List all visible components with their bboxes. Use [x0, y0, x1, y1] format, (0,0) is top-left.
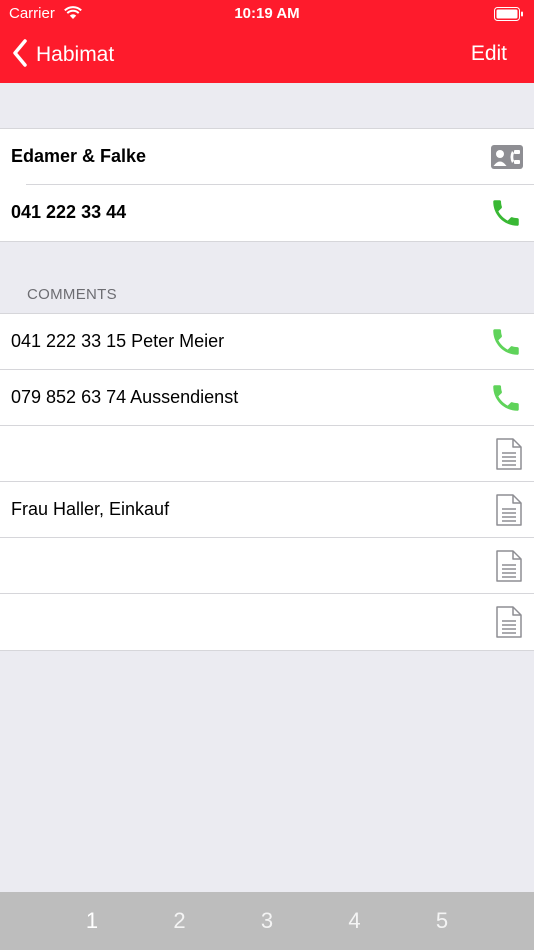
comment-text: 041 222 33 15 Peter Meier — [11, 331, 225, 351]
tab-2[interactable]: 2 — [136, 908, 224, 934]
contact-info-section: Edamer & Falke 041 222 33 44 — [0, 128, 534, 242]
header: Carrier 10:19 AM Habimat Edit — [0, 0, 534, 83]
comment-row[interactable] — [0, 425, 534, 482]
document-icon[interactable] — [495, 605, 523, 638]
phone-icon[interactable] — [489, 196, 523, 230]
comments-header: COMMENTS — [27, 286, 117, 303]
company-row[interactable]: Edamer & Falke — [0, 129, 534, 185]
comment-row[interactable] — [0, 537, 534, 594]
status-bar: Carrier 10:19 AM — [0, 0, 534, 28]
navigation-bar: Habimat Edit — [0, 28, 534, 83]
chevron-left-icon — [12, 38, 28, 72]
phone-number: 041 222 33 44 — [11, 202, 127, 222]
comment-row[interactable]: 041 222 33 15 Peter Meier — [0, 314, 534, 370]
tab-5[interactable]: 5 — [398, 908, 486, 934]
comment-row[interactable]: 079 852 63 74 Aussendienst — [0, 369, 534, 426]
phone-row[interactable]: 041 222 33 44 — [0, 184, 534, 241]
document-icon[interactable] — [495, 549, 523, 582]
comments-section: 041 222 33 15 Peter Meier 079 852 63 74 … — [0, 313, 534, 651]
comment-text: 079 852 63 74 Aussendienst — [11, 387, 239, 407]
comment-text: Frau Haller, Einkauf — [11, 499, 170, 519]
comment-row[interactable]: Frau Haller, Einkauf — [0, 481, 534, 538]
phone-icon[interactable] — [489, 325, 523, 359]
tab-4[interactable]: 4 — [311, 908, 399, 934]
edit-button[interactable]: Edit — [471, 42, 507, 66]
contact-card-icon[interactable] — [491, 144, 523, 169]
document-icon[interactable] — [495, 437, 523, 470]
phone-icon[interactable] — [489, 381, 523, 415]
back-label: Habimat — [36, 43, 115, 66]
back-button[interactable]: Habimat — [12, 38, 114, 72]
clock: 10:19 AM — [234, 5, 300, 22]
comment-row[interactable] — [0, 593, 534, 650]
document-icon[interactable] — [495, 493, 523, 526]
tab-1[interactable]: 1 — [48, 908, 136, 934]
company-name: Edamer & Falke — [11, 146, 147, 166]
tab-bar: 1 2 3 4 5 — [0, 892, 534, 950]
battery-icon — [494, 7, 524, 25]
tab-3[interactable]: 3 — [223, 908, 311, 934]
